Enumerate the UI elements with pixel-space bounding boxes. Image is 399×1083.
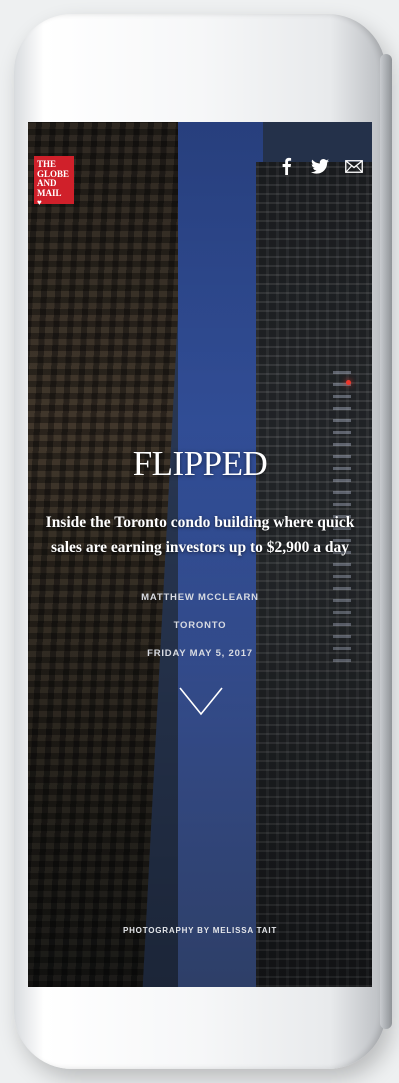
maple-leaf-icon: ♥ [37, 198, 42, 207]
photo-credit: PHOTOGRAPHY BY MELISSA TAIT [122, 926, 278, 935]
twitter-icon[interactable] [310, 156, 330, 176]
scroll-down-chevron-icon[interactable] [176, 680, 226, 720]
phone-screen: THE GLOBE AND MAIL ♥ FLIPPED Inside the T… [28, 122, 372, 987]
phone-side-edge [380, 54, 392, 1029]
phone-frame: THE GLOBE AND MAIL ♥ FLIPPED Inside the T… [14, 14, 392, 1069]
article-date: FRIDAY MAY 5, 2017 [147, 648, 253, 659]
logo-word-mail: MAIL [37, 187, 62, 198]
email-icon[interactable] [344, 156, 364, 176]
globe-and-mail-logo[interactable]: THE GLOBE AND MAIL ♥ [34, 156, 74, 207]
logo-line: MAIL ♥ [37, 187, 71, 208]
article-location: TORONTO [173, 620, 227, 631]
social-share-bar [276, 156, 364, 176]
article-title: FLIPPED [132, 444, 268, 483]
article-author[interactable]: MATTHEW MCCLEARN [28, 592, 372, 603]
facebook-icon[interactable] [276, 156, 296, 176]
article-dek: Inside the Toronto condo building where … [45, 514, 355, 556]
